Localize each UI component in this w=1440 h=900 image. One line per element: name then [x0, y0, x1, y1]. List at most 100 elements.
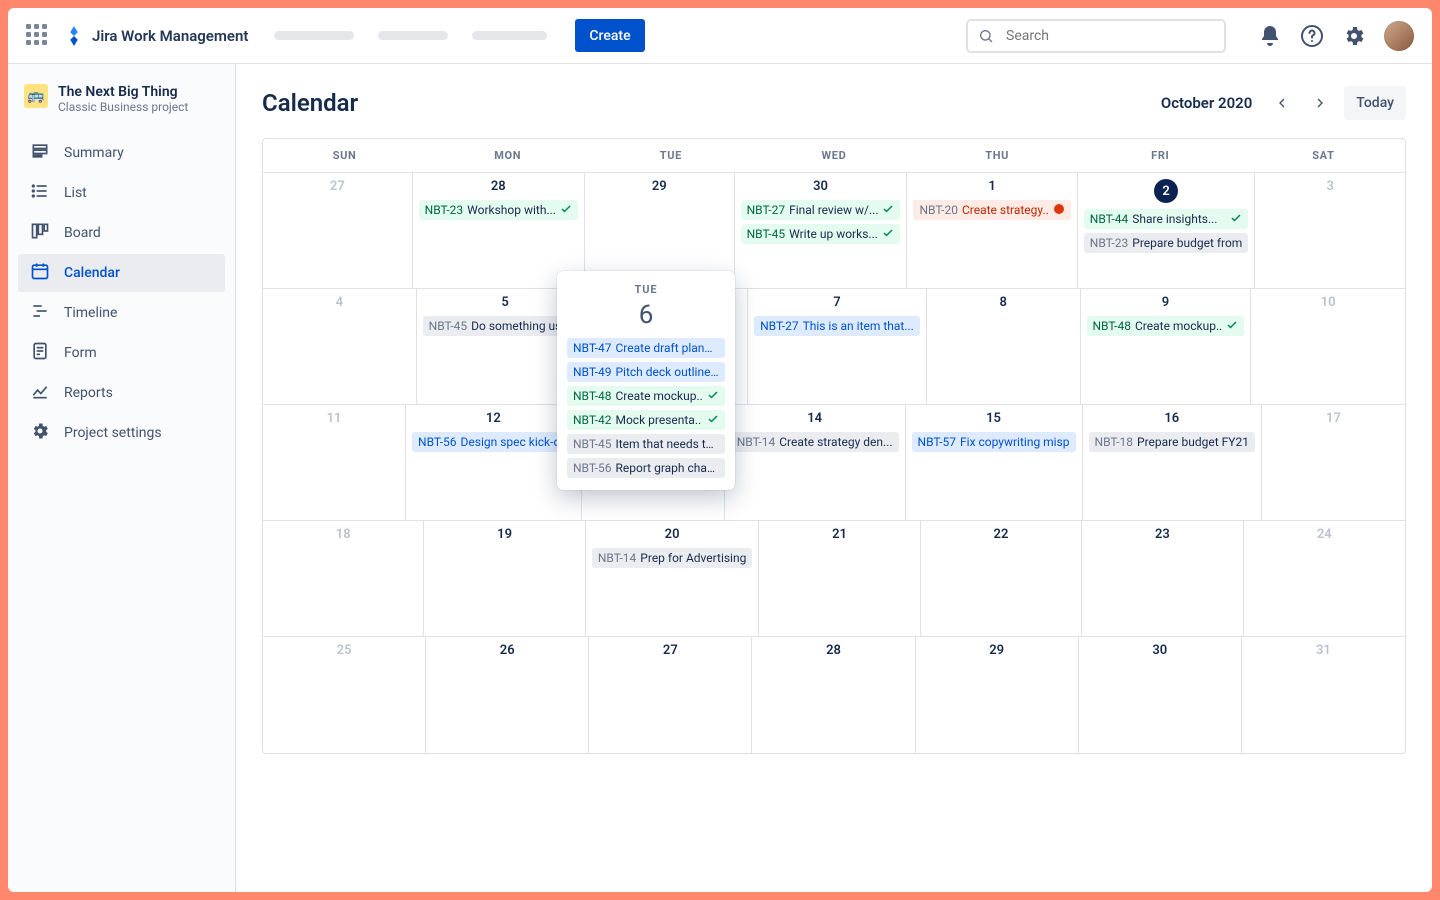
- calendar-day[interactable]: 1 NBT-20Create strategy..: [907, 173, 1077, 288]
- calendar-day[interactable]: 27: [263, 173, 413, 288]
- avatar[interactable]: [1384, 21, 1414, 51]
- task-pill[interactable]: NBT-23Prepare budget from: [1084, 233, 1249, 253]
- task-pill[interactable]: NBT-56Report graph chart...: [567, 458, 725, 478]
- task-title: Final review w/...: [789, 203, 878, 217]
- project-type: Classic Business project: [58, 100, 188, 114]
- day-number: 10: [1257, 295, 1399, 310]
- calendar-day[interactable]: 17: [1262, 405, 1405, 520]
- task-title: Workshop with...: [467, 203, 556, 217]
- today-button[interactable]: Today: [1344, 86, 1406, 120]
- calendar-day[interactable]: 25: [263, 637, 426, 753]
- task-id: NBT-56: [573, 461, 611, 475]
- day-number: 3: [1261, 179, 1399, 194]
- day-number: 18: [269, 527, 417, 542]
- calendar-day[interactable]: 8: [927, 289, 1081, 404]
- sidebar-item-summary[interactable]: Summary: [18, 134, 225, 172]
- calendar-day[interactable]: 7NBT-27This is an item that...: [748, 289, 927, 404]
- calendar-day[interactable]: 9 NBT-48Create mockup..: [1081, 289, 1252, 404]
- notifications-icon[interactable]: [1258, 24, 1282, 48]
- task-pill[interactable]: NBT-27This is an item that...: [754, 316, 920, 336]
- day-number: 9: [1087, 295, 1245, 310]
- calendar-day[interactable]: 14NBT-14Create strategy den...: [725, 405, 906, 520]
- calendar-day[interactable]: 27: [589, 637, 752, 753]
- sidebar-item-label: Project settings: [64, 425, 162, 441]
- calendar-day[interactable]: 10: [1251, 289, 1405, 404]
- reports-icon: [30, 381, 50, 405]
- app-switcher-icon[interactable]: [26, 24, 50, 48]
- calendar-day[interactable]: 24: [1244, 521, 1405, 636]
- calendar-day[interactable]: 22: [921, 521, 1082, 636]
- day-number: 1: [913, 179, 1070, 194]
- day-number: 28: [758, 643, 908, 658]
- sidebar-item-settings[interactable]: Project settings: [18, 414, 225, 452]
- day-number: 17: [1268, 411, 1399, 426]
- task-pill[interactable]: NBT-47Create draft plannin..: [567, 338, 725, 358]
- product-logo[interactable]: Jira Work Management: [64, 26, 248, 46]
- task-pill[interactable]: NBT-14Prep for Advertising: [592, 548, 753, 568]
- task-pill[interactable]: NBT-14Create strategy den...: [731, 432, 899, 452]
- calendar-day[interactable]: 28 NBT-23Workshop with...: [413, 173, 585, 288]
- sidebar-item-list[interactable]: List: [18, 174, 225, 212]
- calendar-day[interactable]: 3: [1255, 173, 1405, 288]
- check-icon: [707, 413, 719, 428]
- calendar-day[interactable]: 30: [1079, 637, 1242, 753]
- task-id: NBT-47: [573, 341, 611, 355]
- calendar-day[interactable]: 30NBT-27Final review w/...NBT-45Write up…: [735, 173, 908, 288]
- calendar-day[interactable]: 11: [263, 405, 406, 520]
- task-pill[interactable]: NBT-45Item that needs to ...: [567, 434, 725, 454]
- task-pill[interactable]: NBT-23Workshop with...: [419, 200, 578, 220]
- task-pill[interactable]: NBT-20Create strategy..: [913, 200, 1070, 220]
- calendar-day[interactable]: 2NBT-44Share insights...NBT-23Prepare bu…: [1078, 173, 1256, 288]
- day-number: 28: [419, 179, 578, 194]
- task-pill[interactable]: NBT-48Create mockup..: [1087, 316, 1245, 336]
- settings-icon: [30, 421, 50, 445]
- sidebar-item-label: Reports: [64, 385, 113, 401]
- task-pill[interactable]: NBT-45Write up works...: [741, 224, 901, 244]
- dow-label: SUN: [263, 139, 426, 172]
- calendar-day[interactable]: 31: [1242, 637, 1405, 753]
- sidebar-item-timeline[interactable]: Timeline: [18, 294, 225, 332]
- day-number: 30: [1085, 643, 1235, 658]
- task-pill[interactable]: NBT-42Mock presenta..: [567, 410, 725, 430]
- sidebar-item-label: Calendar: [64, 265, 120, 281]
- prev-month-button[interactable]: [1268, 89, 1296, 117]
- project-header[interactable]: 🚌 The Next Big Thing Classic Business pr…: [18, 80, 225, 124]
- calendar-day[interactable]: 26: [426, 637, 589, 753]
- day-number: 22: [927, 527, 1075, 542]
- task-pill[interactable]: NBT-18Prepare budget FY21: [1089, 432, 1255, 452]
- calendar-day[interactable]: 21: [759, 521, 920, 636]
- task-title: Prep for Advertising: [640, 551, 746, 565]
- calendar-day[interactable]: 28: [752, 637, 915, 753]
- day-number: 24: [1250, 527, 1399, 542]
- calendar-day[interactable]: 15 NBT-57Fix copywriting misp: [906, 405, 1083, 520]
- nav-placeholder: [274, 31, 547, 40]
- calendar-day[interactable]: 23: [1082, 521, 1243, 636]
- task-pill[interactable]: NBT-56Design spec kick-off: [412, 432, 575, 452]
- task-pill[interactable]: NBT-48Create mockup..: [567, 386, 725, 406]
- calendar-day[interactable]: 4: [263, 289, 417, 404]
- form-icon: [30, 341, 50, 365]
- sidebar-item-form[interactable]: Form: [18, 334, 225, 372]
- gear-icon[interactable]: [1342, 24, 1366, 48]
- task-pill[interactable]: NBT-49Pitch deck outline ...: [567, 362, 725, 382]
- calendar-day[interactable]: 12NBT-56Design spec kick-off: [406, 405, 582, 520]
- calendar-day[interactable]: 16NBT-18Prepare budget FY21: [1083, 405, 1262, 520]
- task-pill[interactable]: NBT-27Final review w/...: [741, 200, 901, 220]
- search-input[interactable]: [966, 19, 1226, 53]
- task-pill[interactable]: NBT-57Fix copywriting misp: [912, 432, 1076, 452]
- sidebar-item-board[interactable]: Board: [18, 214, 225, 252]
- next-month-button[interactable]: [1306, 89, 1334, 117]
- day-number: 27: [269, 179, 406, 194]
- calendar-day[interactable]: 19: [424, 521, 585, 636]
- task-id: NBT-48: [573, 389, 611, 403]
- calendar-day[interactable]: 29: [916, 637, 1079, 753]
- sidebar-item-label: Board: [64, 225, 101, 241]
- help-icon[interactable]: [1300, 24, 1324, 48]
- task-pill[interactable]: NBT-44Share insights...: [1084, 209, 1249, 229]
- calendar-day[interactable]: 20NBT-14Prep for Advertising: [586, 521, 760, 636]
- day-number: 15: [912, 411, 1076, 426]
- sidebar-item-reports[interactable]: Reports: [18, 374, 225, 412]
- create-button[interactable]: Create: [575, 19, 644, 52]
- sidebar-item-calendar[interactable]: Calendar: [18, 254, 225, 292]
- calendar-day[interactable]: 18: [263, 521, 424, 636]
